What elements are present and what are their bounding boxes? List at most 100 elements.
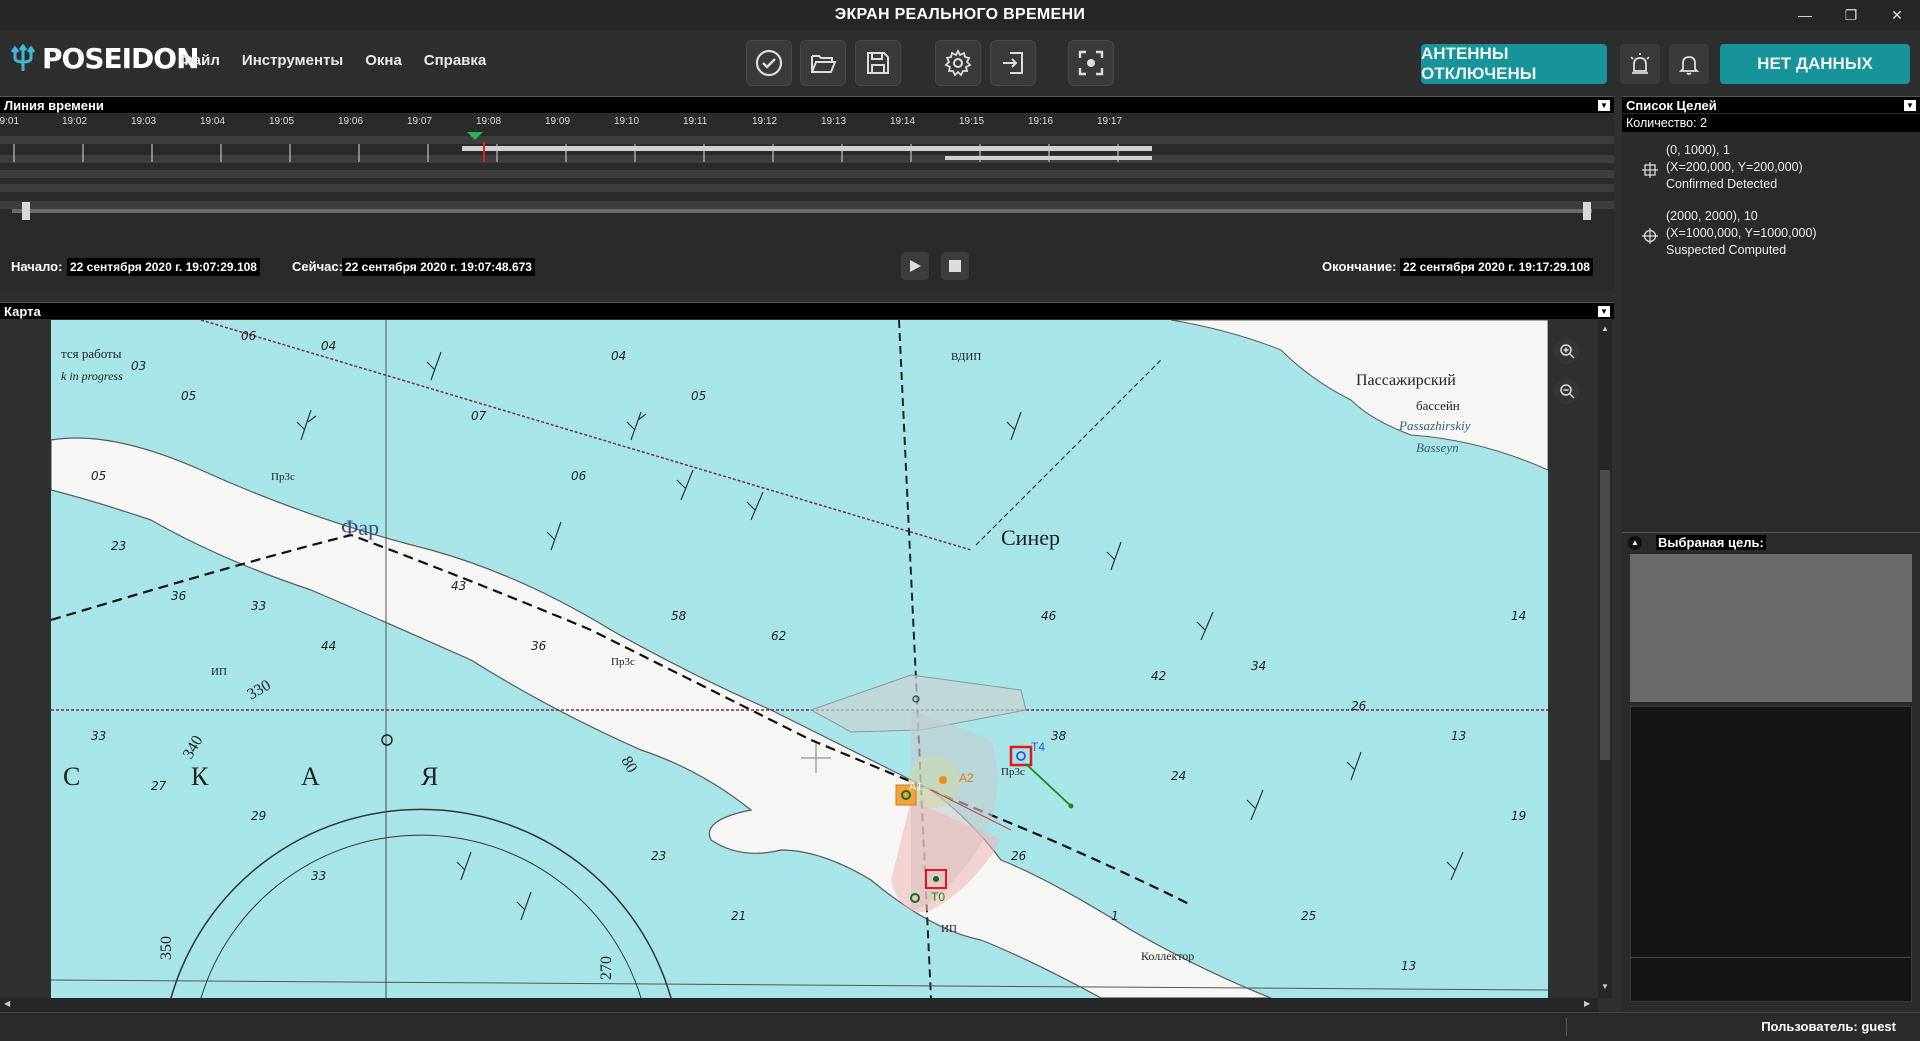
menu-help[interactable]: Справка (424, 52, 486, 69)
menu-bar: Файл Инструменты Окна Справка (180, 52, 486, 69)
svg-text:27: 27 (151, 779, 167, 793)
menu-file[interactable]: Файл (180, 52, 220, 69)
end-time-field[interactable]: 22 сентября 2020 г. 19:17:29.108 (1400, 258, 1593, 276)
svg-text:46: 46 (1041, 609, 1057, 623)
alarm-button[interactable] (1620, 44, 1660, 84)
tick-label: 19:06 (338, 116, 364, 127)
svg-text:26: 26 (1011, 849, 1027, 863)
svg-text:14: 14 (1511, 609, 1526, 623)
close-button[interactable]: ✕ (1874, 0, 1920, 30)
selected-target-preview (1630, 554, 1912, 702)
chart-text-work-en: k in progress (61, 369, 123, 383)
marker-a2-label: A2 (959, 771, 974, 785)
chevron-up-icon[interactable]: ▲ (1628, 536, 1642, 550)
compass-270: 270 (598, 956, 615, 980)
marker-t0-label: T0 (931, 890, 945, 904)
scroll-down-icon[interactable]: ▼ (1601, 982, 1609, 991)
scroll-up-icon[interactable]: ▲ (1601, 324, 1609, 333)
tick-label: 19:14 (890, 116, 916, 127)
svg-text:04: 04 (611, 349, 626, 363)
nautical-chart[interactable]: 06 04 04 05 03 05 07 06 05 23 36 33 44 43 36 58 62 46… (51, 320, 1548, 998)
settings-button[interactable] (935, 40, 981, 86)
map-title: Карта (4, 304, 41, 319)
title-bar: ЭКРАН РЕАЛЬНОГО ВРЕМЕНИ — ❐ ✕ (0, 0, 1920, 30)
tick-label: 19:09 (545, 116, 571, 127)
map-vertical-scrollbar[interactable]: ▲ ▼ (1598, 320, 1612, 998)
target-status: Confirmed Detected (1666, 177, 1778, 191)
svg-text:23: 23 (111, 539, 126, 553)
chart-graphics: 06 04 04 05 03 05 07 06 05 23 36 33 44 43 36 58 62 46… (51, 320, 1548, 998)
svg-text:04: 04 (321, 339, 336, 353)
svg-text:05: 05 (691, 389, 706, 403)
svg-text:05: 05 (91, 469, 106, 483)
svg-text:06: 06 (571, 469, 587, 483)
collapse-icon[interactable]: ▼ (1598, 306, 1610, 317)
open-button[interactable] (800, 40, 846, 86)
timeline-track[interactable] (0, 128, 1614, 278)
scroll-right-icon[interactable]: ▶ (1584, 999, 1590, 1008)
svg-text:19: 19 (1511, 809, 1526, 823)
crosshair-square-icon (1642, 162, 1658, 178)
svg-text:43: 43 (451, 579, 466, 593)
chart-text-fara: Фар (341, 515, 379, 540)
tick-label: 19:08 (476, 116, 502, 127)
chart-text-ip1: ИП (211, 666, 227, 678)
tick-label: 19:11 (683, 116, 708, 127)
selected-target-header: ▲ Выбраная цель: (1622, 532, 1920, 552)
zoom-out-button[interactable] (1554, 378, 1580, 404)
confirm-button[interactable] (746, 40, 792, 86)
svg-text:58: 58 (671, 609, 687, 623)
scroll-thumb[interactable] (1600, 470, 1610, 760)
end-label: Окончание: (1322, 259, 1397, 274)
now-time-field[interactable]: 22 сентября 2020 г. 19:07:48.673 (342, 258, 535, 276)
svg-text:33: 33 (251, 599, 266, 613)
maximize-button[interactable]: ❐ (1828, 0, 1874, 30)
tick-label: 19:04 (200, 116, 226, 127)
svg-text:44: 44 (321, 639, 336, 653)
collapse-icon[interactable]: ▼ (1904, 100, 1916, 111)
zoom-in-button[interactable] (1554, 338, 1580, 364)
chart-letter-s: С (63, 762, 80, 791)
selected-target-details (1630, 706, 1912, 1002)
focus-icon (1078, 50, 1104, 76)
gear-icon (944, 48, 972, 77)
exit-button[interactable] (990, 40, 1036, 86)
selected-target-title: Выбраная цель: (1656, 535, 1766, 550)
tick-label: 19:07 (407, 116, 433, 127)
antennas-status-button[interactable]: АНТЕННЫ ОТКЛЮЧЕНЫ (1421, 44, 1607, 84)
menu-tools[interactable]: Инструменты (242, 52, 343, 69)
svg-text:06: 06 (241, 329, 257, 343)
tick-label: 19:15 (959, 116, 985, 127)
collapse-icon[interactable]: ▼ (1598, 100, 1610, 111)
menu-windows[interactable]: Окна (365, 52, 402, 69)
no-data-button[interactable]: НЕТ ДАННЫХ (1720, 44, 1910, 84)
save-button[interactable] (855, 40, 901, 86)
svg-text:21: 21 (731, 909, 746, 923)
svg-text:25: 25 (1301, 909, 1316, 923)
targets-panel: Список Целей ▼ Количество: 2 (0, 1000), … (1622, 96, 1920, 1012)
svg-text:07: 07 (471, 409, 487, 423)
scroll-left-icon[interactable]: ◀ (4, 999, 10, 1008)
svg-text:36: 36 (171, 589, 187, 603)
stop-button[interactable] (941, 252, 969, 280)
map-horizontal-scrollbar[interactable]: ◀ ▶ (0, 998, 1598, 1012)
trident-icon (10, 43, 36, 71)
play-button[interactable] (901, 252, 929, 280)
minimize-button[interactable]: — (1782, 0, 1828, 30)
start-time-field[interactable]: 22 сентября 2020 г. 19:07:29.108 (67, 258, 260, 276)
zoom-out-icon (1560, 384, 1575, 399)
chart-text-work: тся работы (61, 346, 122, 361)
targets-count: Количество: 2 (1622, 114, 1920, 132)
target-item[interactable]: (2000, 2000), 10 (X=1000,000, Y=1000,000… (1622, 208, 1920, 264)
notification-button[interactable] (1669, 44, 1709, 84)
target-item[interactable]: (0, 1000), 1 (X=200,000, Y=200,000) Conf… (1622, 142, 1920, 198)
svg-text:33: 33 (91, 729, 106, 743)
tick-label: 19:05 (269, 116, 295, 127)
start-label: Начало: (11, 259, 63, 274)
target-position: (X=200,000, Y=200,000) (1666, 160, 1803, 174)
focus-button[interactable] (1068, 40, 1114, 86)
bell-icon (1678, 56, 1700, 75)
tick-label: 19:02 (62, 116, 88, 127)
svg-text:24: 24 (1171, 769, 1186, 783)
map-header: Карта ▼ (0, 302, 1614, 319)
